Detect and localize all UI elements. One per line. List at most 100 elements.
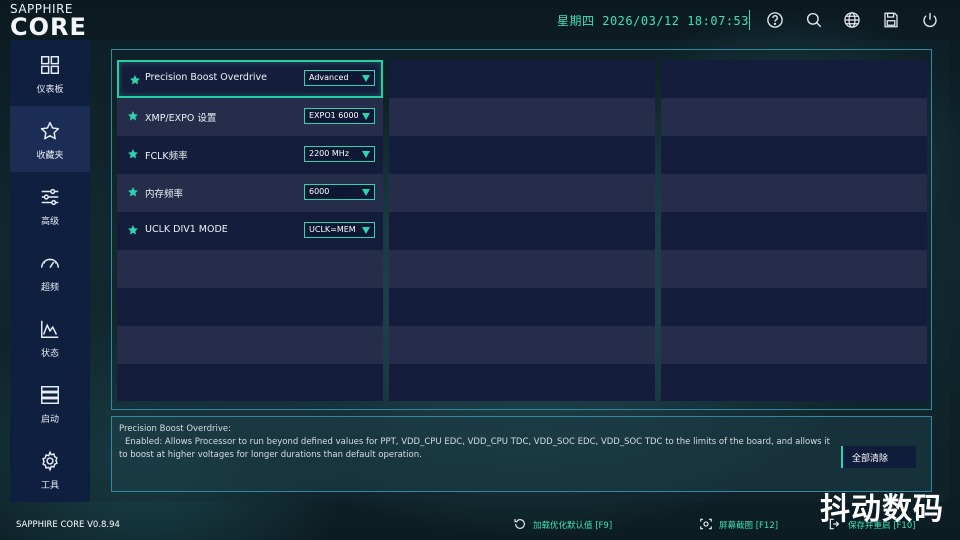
favorites-grid: Precision Boost Overdrive Advanced XMP/E… xyxy=(111,49,932,410)
memory-frequency-select[interactable]: 6000 xyxy=(304,184,375,200)
help-icon[interactable] xyxy=(766,11,784,29)
setting-row-xmp-expo[interactable]: XMP/EXPO 设置 EXPO1 6000 xyxy=(117,98,383,136)
grid-cell xyxy=(661,326,927,364)
sidebar-item-label: 仪表板 xyxy=(36,85,64,95)
dropdown-arrow-icon xyxy=(362,227,370,234)
screenshot-button[interactable]: 屏幕截图 [F12] xyxy=(699,516,799,534)
sidebar-item-advanced[interactable]: 高级 xyxy=(10,172,90,238)
sidebar-item-label: 工具 xyxy=(40,481,59,491)
gauge-icon xyxy=(41,258,59,268)
star-icon xyxy=(40,121,60,140)
grid-cell xyxy=(661,174,927,212)
setting-row-pbo[interactable]: Precision Boost Overdrive Advanced xyxy=(117,60,383,98)
description-text: Enabled: Allows Processor to run beyond … xyxy=(119,437,831,460)
grid-cell xyxy=(661,212,927,250)
favorite-star-icon[interactable] xyxy=(127,148,139,160)
sidebar-item-label: 超频 xyxy=(40,283,59,293)
header-divider xyxy=(749,10,750,30)
watermark-text: 抖动数码 xyxy=(820,492,944,527)
boot-icon xyxy=(41,386,59,404)
dropdown-arrow-icon xyxy=(362,189,370,196)
grid-cell xyxy=(389,136,655,174)
grid-cell xyxy=(117,326,383,364)
fclk-select[interactable]: 2200 MHz xyxy=(304,146,375,162)
sidebar-item-tools[interactable]: 工具 xyxy=(10,436,90,502)
setting-name: UCLK DIV1 MODE xyxy=(145,224,228,235)
dropdown-arrow-icon xyxy=(362,113,370,120)
grid-cell xyxy=(389,98,655,136)
grid-column-3 xyxy=(661,60,927,401)
pbo-select[interactable]: Advanced xyxy=(304,70,375,86)
favorite-star-icon[interactable] xyxy=(127,186,139,198)
select-value: Advanced xyxy=(309,73,349,82)
grid-cell xyxy=(389,288,655,326)
grid-cell xyxy=(389,174,655,212)
grid-cell xyxy=(389,250,655,288)
clear-all-button[interactable]: 全部清除 xyxy=(841,446,916,468)
select-value: UCLK=MEM xyxy=(309,225,356,234)
grid-cell xyxy=(117,364,383,401)
description-panel: Precision Boost Overdrive: Enabled: Allo… xyxy=(111,416,932,492)
grid-column-2 xyxy=(389,60,655,401)
clear-all-label: 全部清除 xyxy=(852,454,889,464)
setting-name: FCLK频率 xyxy=(145,151,188,162)
favorite-star-icon[interactable] xyxy=(127,224,139,236)
sidebar-item-favorites[interactable]: 收藏夹 xyxy=(10,106,90,172)
gear-icon xyxy=(42,450,58,472)
grid-cell xyxy=(661,250,927,288)
version-label: SAPPHIRE CORE V0.8.94 xyxy=(16,520,120,530)
reset-icon xyxy=(514,519,525,529)
setting-name: XMP/EXPO 设置 xyxy=(145,113,217,124)
description-title: Precision Boost Overdrive: xyxy=(119,424,231,434)
favorite-star-icon[interactable] xyxy=(129,74,141,86)
sidebar-item-overclock[interactable]: 超频 xyxy=(10,238,90,304)
dropdown-arrow-icon xyxy=(362,75,370,82)
setting-row-fclk[interactable]: FCLK频率 2200 MHz xyxy=(117,136,383,174)
grid-cell xyxy=(389,326,655,364)
grid-cell xyxy=(661,98,927,136)
sidebar-item-label: 收藏夹 xyxy=(36,151,64,161)
sidebar-item-label: 高级 xyxy=(40,217,59,227)
sidebar-item-label: 状态 xyxy=(40,349,59,359)
setting-row-uclk-div1[interactable]: UCLK DIV1 MODE UCLK=MEM xyxy=(117,212,383,250)
favorite-star-icon[interactable] xyxy=(127,110,139,122)
dashboard-icon xyxy=(41,56,59,74)
search-icon[interactable] xyxy=(805,11,823,29)
sidebar-item-label: 启动 xyxy=(40,415,59,425)
grid-cell xyxy=(117,288,383,326)
grid-cell xyxy=(389,60,655,98)
load-defaults-button[interactable]: 加载优化默认值 [F9] xyxy=(513,516,633,534)
screenshot-label: 屏幕截图 [F12] xyxy=(719,521,779,531)
sapphire-core-logo: SAPPHIRE CORE xyxy=(10,2,120,41)
grid-cell xyxy=(661,364,927,401)
top-bar: SAPPHIRE CORE 星期四 2026/03/12 18:07:53 xyxy=(0,0,960,40)
setting-name: Precision Boost Overdrive xyxy=(145,72,267,83)
sidebar-item-boot[interactable]: 启动 xyxy=(10,370,90,436)
grid-cell xyxy=(661,60,927,98)
chart-icon xyxy=(41,320,59,338)
uclk-div1-select[interactable]: UCLK=MEM xyxy=(304,222,375,238)
dropdown-arrow-icon xyxy=(362,151,370,158)
sidebar-item-dashboard[interactable]: 仪表板 xyxy=(10,40,90,106)
logo-brand-big: CORE xyxy=(10,13,87,41)
setting-row-memory-frequency[interactable]: 内存频率 6000 xyxy=(117,174,383,212)
grid-cell xyxy=(661,136,927,174)
grid-cell xyxy=(661,288,927,326)
select-value: 2200 MHz xyxy=(309,149,350,158)
sidebar-item-status[interactable]: 状态 xyxy=(10,304,90,370)
load-defaults-label: 加载优化默认值 [F9] xyxy=(533,521,613,531)
save-icon[interactable] xyxy=(882,11,900,29)
select-value: 6000 xyxy=(309,187,330,196)
grid-cell xyxy=(389,364,655,401)
power-icon[interactable] xyxy=(921,11,939,29)
sliders-icon xyxy=(41,188,59,206)
select-value: EXPO1 6000 xyxy=(309,111,359,120)
grid-column-1: Precision Boost Overdrive Advanced XMP/E… xyxy=(117,60,383,401)
globe-icon[interactable] xyxy=(843,11,861,29)
sidebar-nav: 仪表板 收藏夹 高级 超频 状态 启动 工具 xyxy=(10,40,90,502)
grid-cell xyxy=(117,250,383,288)
setting-name: 内存频率 xyxy=(145,189,184,200)
grid-cell xyxy=(389,212,655,250)
xmp-expo-select[interactable]: EXPO1 6000 xyxy=(304,108,375,124)
camera-icon xyxy=(700,518,712,530)
